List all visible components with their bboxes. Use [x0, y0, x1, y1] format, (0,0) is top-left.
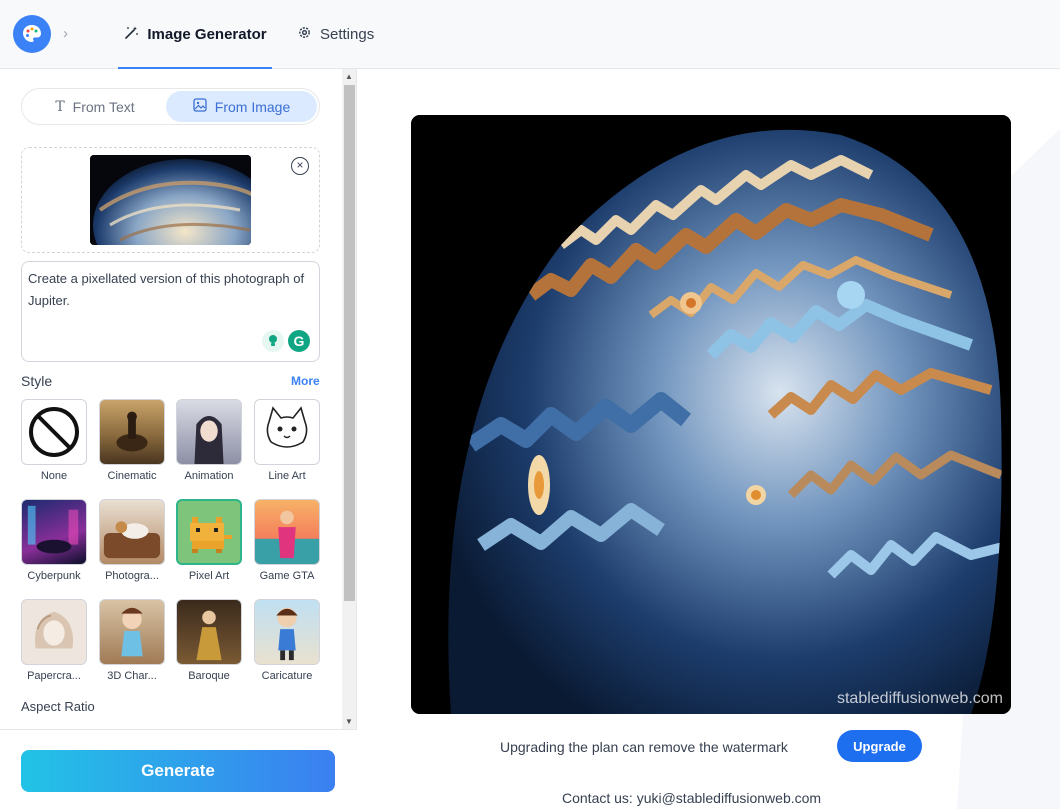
scroll-down-arrow-icon[interactable]: ▼ — [345, 717, 353, 726]
no-style-icon — [21, 399, 87, 465]
tab-image-generator[interactable]: Image Generator — [118, 0, 272, 69]
grammarly-icon[interactable]: G — [288, 330, 310, 352]
style-name: Cyberpunk — [27, 570, 81, 582]
scroll-up-arrow-icon[interactable]: ▲ — [345, 72, 353, 81]
style-thumbnail — [254, 599, 320, 665]
style-thumbnail — [99, 599, 165, 665]
result-area: stablediffusionweb.com Upgrading the pla… — [357, 69, 1060, 809]
prompt-textarea[interactable]: Create a pixellated version of this phot… — [21, 261, 320, 362]
style-name: Line Art — [268, 470, 306, 482]
from-text-button[interactable]: T From Text — [25, 91, 165, 122]
panel-scrollbar[interactable]: ▲ ▼ — [342, 69, 357, 729]
chevron-right-icon: › — [63, 25, 68, 42]
from-image-button[interactable]: From Image — [166, 91, 317, 122]
upgrade-button[interactable]: Upgrade — [837, 730, 922, 762]
style-thumbnail — [176, 599, 242, 665]
generate-button[interactable]: Generate — [21, 750, 335, 792]
style-option-animation[interactable]: Animation — [176, 399, 242, 482]
style-option-caricature[interactable]: Caricature — [254, 599, 320, 682]
uploaded-image-thumbnail — [90, 155, 251, 245]
style-thumbnail — [176, 499, 242, 565]
generate-bar: Generate — [0, 729, 357, 809]
settings-panel: T From Text From Image × Create a pixell… — [0, 69, 342, 729]
tab-label: Settings — [320, 26, 375, 43]
style-thumbnail — [21, 499, 87, 565]
style-name: Baroque — [188, 670, 230, 682]
style-thumbnail — [21, 599, 87, 665]
style-option-photography[interactable]: Photogra... — [99, 499, 165, 582]
style-thumbnail — [99, 399, 165, 465]
prompt-text: Create a pixellated version of this phot… — [28, 271, 305, 308]
tab-label: Image Generator — [147, 26, 267, 43]
style-option-cinematic[interactable]: Cinematic — [99, 399, 165, 482]
mode-toggle: T From Text From Image — [21, 88, 320, 125]
watermark-notice: Upgrading the plan can remove the waterm… — [500, 739, 788, 755]
image-upload-area[interactable]: × — [21, 147, 320, 253]
magic-wand-icon — [123, 25, 139, 45]
style-thumbnail — [254, 399, 320, 465]
style-name: Papercra... — [27, 670, 81, 682]
remove-image-icon[interactable]: × — [291, 157, 309, 175]
style-name: None — [40, 470, 68, 482]
text-icon: T — [55, 98, 65, 115]
style-name: Game GTA — [259, 570, 315, 582]
style-option-baroque[interactable]: Baroque — [176, 599, 242, 682]
style-option-cyberpunk[interactable]: Cyberpunk — [21, 499, 87, 582]
style-option-papercraft[interactable]: Papercra... — [21, 599, 87, 682]
watermark-text: stablediffusionweb.com — [836, 690, 1003, 707]
style-thumbnail — [99, 499, 165, 565]
style-option-none[interactable]: None — [21, 399, 87, 482]
top-bar: › Image Generator Settings — [0, 0, 1060, 69]
style-name: Cinematic — [107, 470, 157, 482]
style-option-game-gta[interactable]: Game GTA — [254, 499, 320, 582]
mode-label: From Text — [72, 98, 135, 115]
prompt-tools: G — [262, 330, 310, 352]
lightbulb-icon[interactable] — [262, 330, 284, 352]
style-thumbnail — [176, 399, 242, 465]
style-name: Caricature — [261, 670, 313, 682]
style-heading: Style — [21, 373, 53, 389]
style-option-line-art[interactable]: Line Art — [254, 399, 320, 482]
style-option-3d-character[interactable]: 3D Char... — [99, 599, 165, 682]
contact-info: Contact us: yuki@stablediffusionweb.com — [562, 790, 822, 806]
style-name: Photogra... — [105, 570, 159, 582]
style-name: Animation — [184, 470, 234, 482]
generated-image[interactable]: stablediffusionweb.com — [411, 115, 1011, 714]
more-styles-link[interactable]: More — [291, 374, 320, 388]
style-thumbnail — [254, 499, 320, 565]
gear-icon — [297, 25, 312, 44]
scrollbar-thumb[interactable] — [344, 85, 355, 601]
style-name: Pixel Art — [188, 570, 230, 582]
mode-label: From Image — [214, 98, 291, 115]
image-icon — [193, 98, 207, 115]
aspect-ratio-heading: Aspect Ratio — [21, 699, 95, 714]
palette-logo-icon[interactable] — [13, 15, 51, 53]
style-option-pixel-art[interactable]: Pixel Art — [176, 499, 242, 582]
tab-settings[interactable]: Settings — [297, 0, 374, 69]
style-name: 3D Char... — [107, 670, 157, 682]
